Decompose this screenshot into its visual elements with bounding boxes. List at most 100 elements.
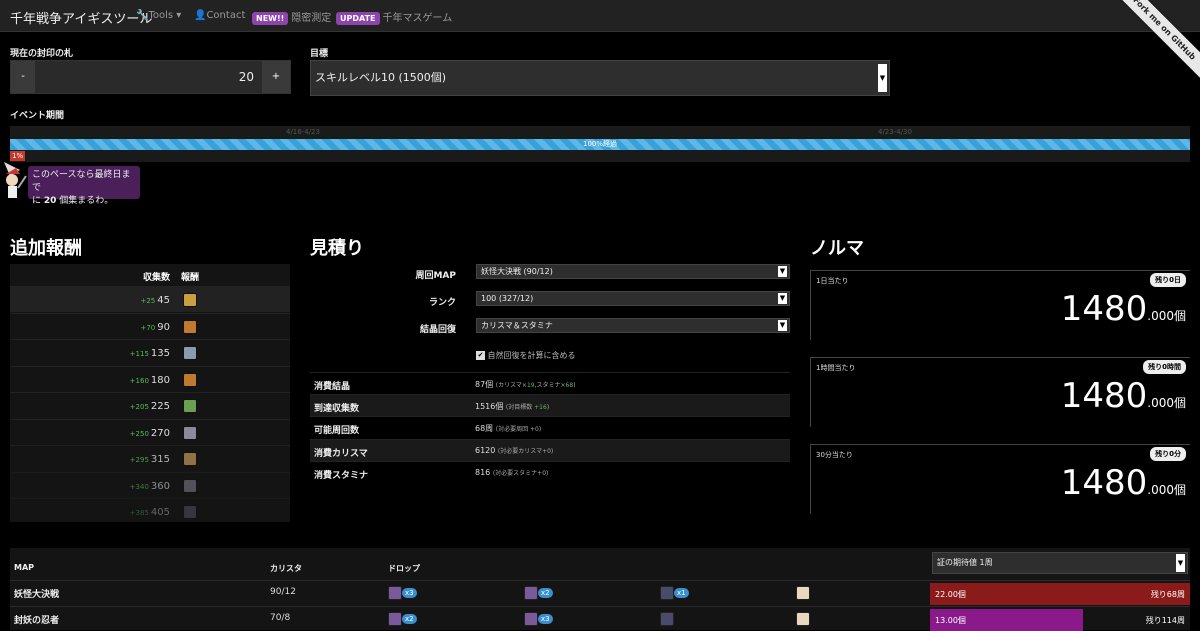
estimate-note-part: (対必要周回 +0) <box>495 426 542 434</box>
quota-value-int: 1480 <box>1060 376 1148 416</box>
event-period-label: イベント期間 <box>10 111 65 121</box>
rewards-title: 追加報酬 <box>10 238 82 259</box>
rewards-table: 収集数 報酬 +25 45 +70 90 +115 135 +160 180 +205 225 +2… <box>10 264 290 522</box>
natural-recovery-checkbox[interactable]: ✔ <box>476 351 485 360</box>
reward-count: +115 135 <box>130 348 170 359</box>
brand-title[interactable]: 千年戦争アイギスツール <box>10 8 152 27</box>
contact-link[interactable]: 👤Contact <box>194 10 245 21</box>
estimate-main: 1516個 <box>475 402 504 412</box>
tools-label: Tools <box>148 10 174 21</box>
reward-row: +340 360 <box>10 471 290 498</box>
recovery-select-value: カリスマ＆スタミナ <box>481 321 553 330</box>
estimate-value: 816 (対必要スタミナ+0) <box>475 468 548 477</box>
expect-select[interactable]: 証の期待値 1周 ▼ <box>932 552 1188 574</box>
reward-total: 270 <box>150 427 170 439</box>
estimate-row: 消費結晶 87個 (カリスマ×19,スタミナ×68) <box>310 372 790 394</box>
col-map: MAP <box>14 563 35 572</box>
wrench-icon: 🔧 <box>136 10 149 21</box>
reward-total: 225 <box>150 401 170 412</box>
reward-row: +385 405 <box>10 498 290 524</box>
week1-label: 4/16-4/23 <box>286 128 320 136</box>
millennium-game-link[interactable]: UPDATE 千年マスゲーム <box>336 9 452 25</box>
estimate-key: 可能周回数 <box>314 426 360 437</box>
decrement-button[interactable]: - <box>11 61 35 93</box>
estimate-row: 可能周回数 68周 (対必要周回 +0) <box>310 416 790 438</box>
drop-unit-icon <box>524 612 538 626</box>
quota-card: 1時間当たり 残り0時間 1480.000個 <box>810 357 1190 427</box>
chevron-down-icon: ▼ <box>778 293 787 304</box>
map-table: MAP カリスタ ドロップ 証の期待値 1周 ▼ 妖怪大決戦 90/12 x3 x2 x… <box>10 548 1190 631</box>
quota-card: 30分当たり 残り0分 1480.000個 <box>810 444 1190 514</box>
estimate-main: 68周 <box>475 424 494 434</box>
reward-unit-icon <box>183 452 197 466</box>
map-charisma: 70/8 <box>270 613 291 623</box>
col-drop: ドロップ <box>388 564 420 573</box>
estimate-main: 6120 <box>475 445 496 455</box>
pace-message-line2: に 20 個集まるわ。 <box>32 195 136 208</box>
estimate-note-part: ) <box>546 404 550 412</box>
reward-plus: +295 <box>129 456 149 464</box>
user-icon: 👤 <box>194 10 207 21</box>
pace-message-line1: このペースなら最終日まで <box>32 170 131 193</box>
estimate-title: 見積り <box>310 238 364 259</box>
tools-menu[interactable]: 🔧Tools ▾ <box>136 10 181 21</box>
quota-card-title: 30分当たり <box>816 451 853 459</box>
quota-value: 1480.000個 <box>1061 463 1186 503</box>
drop-unit-icon <box>524 586 538 600</box>
rank-select-value: 100 (327/12) <box>481 294 534 303</box>
expect-select-value: 証の期待値 1周 <box>937 558 993 567</box>
estimate-key: 到達収集数 <box>314 404 360 415</box>
quota-value-unit: 個 <box>1173 483 1186 497</box>
map-label: 周回MAP <box>415 271 456 281</box>
quota-value-int: 1480 <box>1060 289 1148 329</box>
estimate-row: 到達収集数 1516個 (対目標数 +16) <box>310 394 790 417</box>
map-row[interactable]: 妖怪大決戦 90/12 x3 x2 x1 22.00個 残り68周 <box>10 580 1190 605</box>
reward-total: 90 <box>157 321 170 333</box>
rank-label: ランク <box>428 298 456 308</box>
estimate-note: (対必要カリスマ+0) <box>498 448 553 455</box>
navbar: 千年戦争アイギスツール 🔧Tools ▾ 👤Contact NEW!! 隠密測定 … <box>0 0 1200 85</box>
estimate-note-part: ) <box>573 382 576 389</box>
quota-remain-badge: 残り0分 <box>1150 447 1186 461</box>
week2-label: 4/23-4/30 <box>878 128 912 136</box>
goal-select[interactable]: スキルレベル10 (1500個) ▼ <box>310 60 890 96</box>
quota-value-decimal: .000 <box>1147 396 1174 410</box>
quota-value-decimal: .000 <box>1147 309 1174 323</box>
chevron-down-icon: ▼ <box>778 266 787 277</box>
reward-unit-icon <box>183 399 197 413</box>
chevron-down-icon: ▼ <box>1176 554 1185 572</box>
reward-unit-icon <box>183 425 197 440</box>
hidden-stats-label: 隠密測定 <box>291 13 332 24</box>
reward-total: 45 <box>157 295 170 306</box>
reward-count: +70 90 <box>140 322 170 333</box>
expect-value: 22.00個 <box>935 590 966 599</box>
quota-remain-badge: 残り0日 <box>1150 273 1186 287</box>
reward-total: 135 <box>150 348 170 359</box>
map-row[interactable]: 封妖の忍者 70/8 x2 x3 13.00個 残り114周 <box>10 606 1190 631</box>
recovery-select[interactable]: カリスマ＆スタミナ ▼ <box>476 318 790 333</box>
expect-value: 13.00個 <box>935 616 966 625</box>
natural-recovery-label: 自然回復を計算に含める <box>487 351 576 360</box>
increment-button[interactable]: + <box>262 61 290 93</box>
reward-unit-icon <box>183 505 197 519</box>
seal-label: 現在の封印の札 <box>10 49 74 59</box>
reward-row: +295 315 <box>10 445 290 471</box>
map-select[interactable]: 妖怪大決戦 (90/12) ▼ <box>476 264 790 279</box>
contact-label: Contact <box>206 10 246 21</box>
rank-select[interactable]: 100 (327/12) ▼ <box>476 291 790 306</box>
seal-count-input[interactable]: 20 <box>35 61 262 93</box>
drop-unit-icon <box>660 612 674 626</box>
millennium-game-label: 千年マスゲーム <box>382 13 453 24</box>
reward-total: 315 <box>150 454 170 465</box>
reward-row: +70 90 <box>10 312 290 339</box>
reward-count: +295 315 <box>130 454 170 465</box>
reward-row: +250 270 <box>10 418 290 445</box>
estimate-note-part: ,スタミナ× <box>534 382 566 389</box>
hidden-stats-link[interactable]: NEW!! 隠密測定 <box>252 9 331 25</box>
reward-unit-icon <box>183 346 197 360</box>
reward-plus: +160 <box>129 376 149 385</box>
estimate-note-part: (カリスマ× <box>495 382 527 389</box>
drop-count-badge: x3 <box>538 614 553 624</box>
estimate-value: 1516個 (対目標数 +16) <box>475 401 549 412</box>
fork-github-ribbon[interactable]: Fork me on GitHub <box>1110 0 1200 85</box>
